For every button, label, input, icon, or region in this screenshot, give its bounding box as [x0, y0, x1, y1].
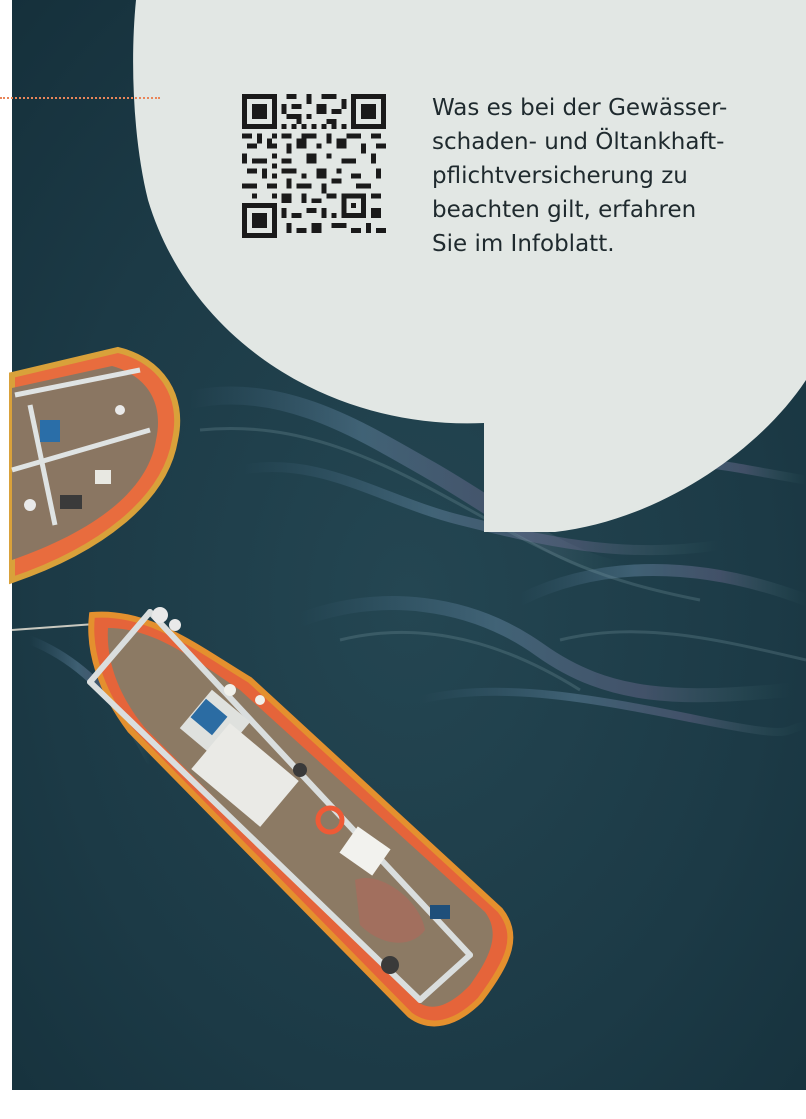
info-line: beachten gilt, erfahren — [432, 197, 697, 223]
info-line: pflichtversicherung zu — [432, 163, 688, 189]
infoblatt-notice: Was es bei der Gewässer- schaden- und Öl… — [432, 91, 762, 261]
document-page: Was es bei der Gewässer- schaden- und Öl… — [0, 0, 806, 1119]
dotted-divider — [0, 97, 160, 99]
qr-code-icon[interactable] — [242, 94, 386, 238]
info-line: Sie im Infoblatt. — [432, 231, 615, 257]
info-line: Was es bei der Gewässer- — [432, 95, 728, 121]
info-line: schaden- und Öltankhaft- — [432, 129, 725, 155]
